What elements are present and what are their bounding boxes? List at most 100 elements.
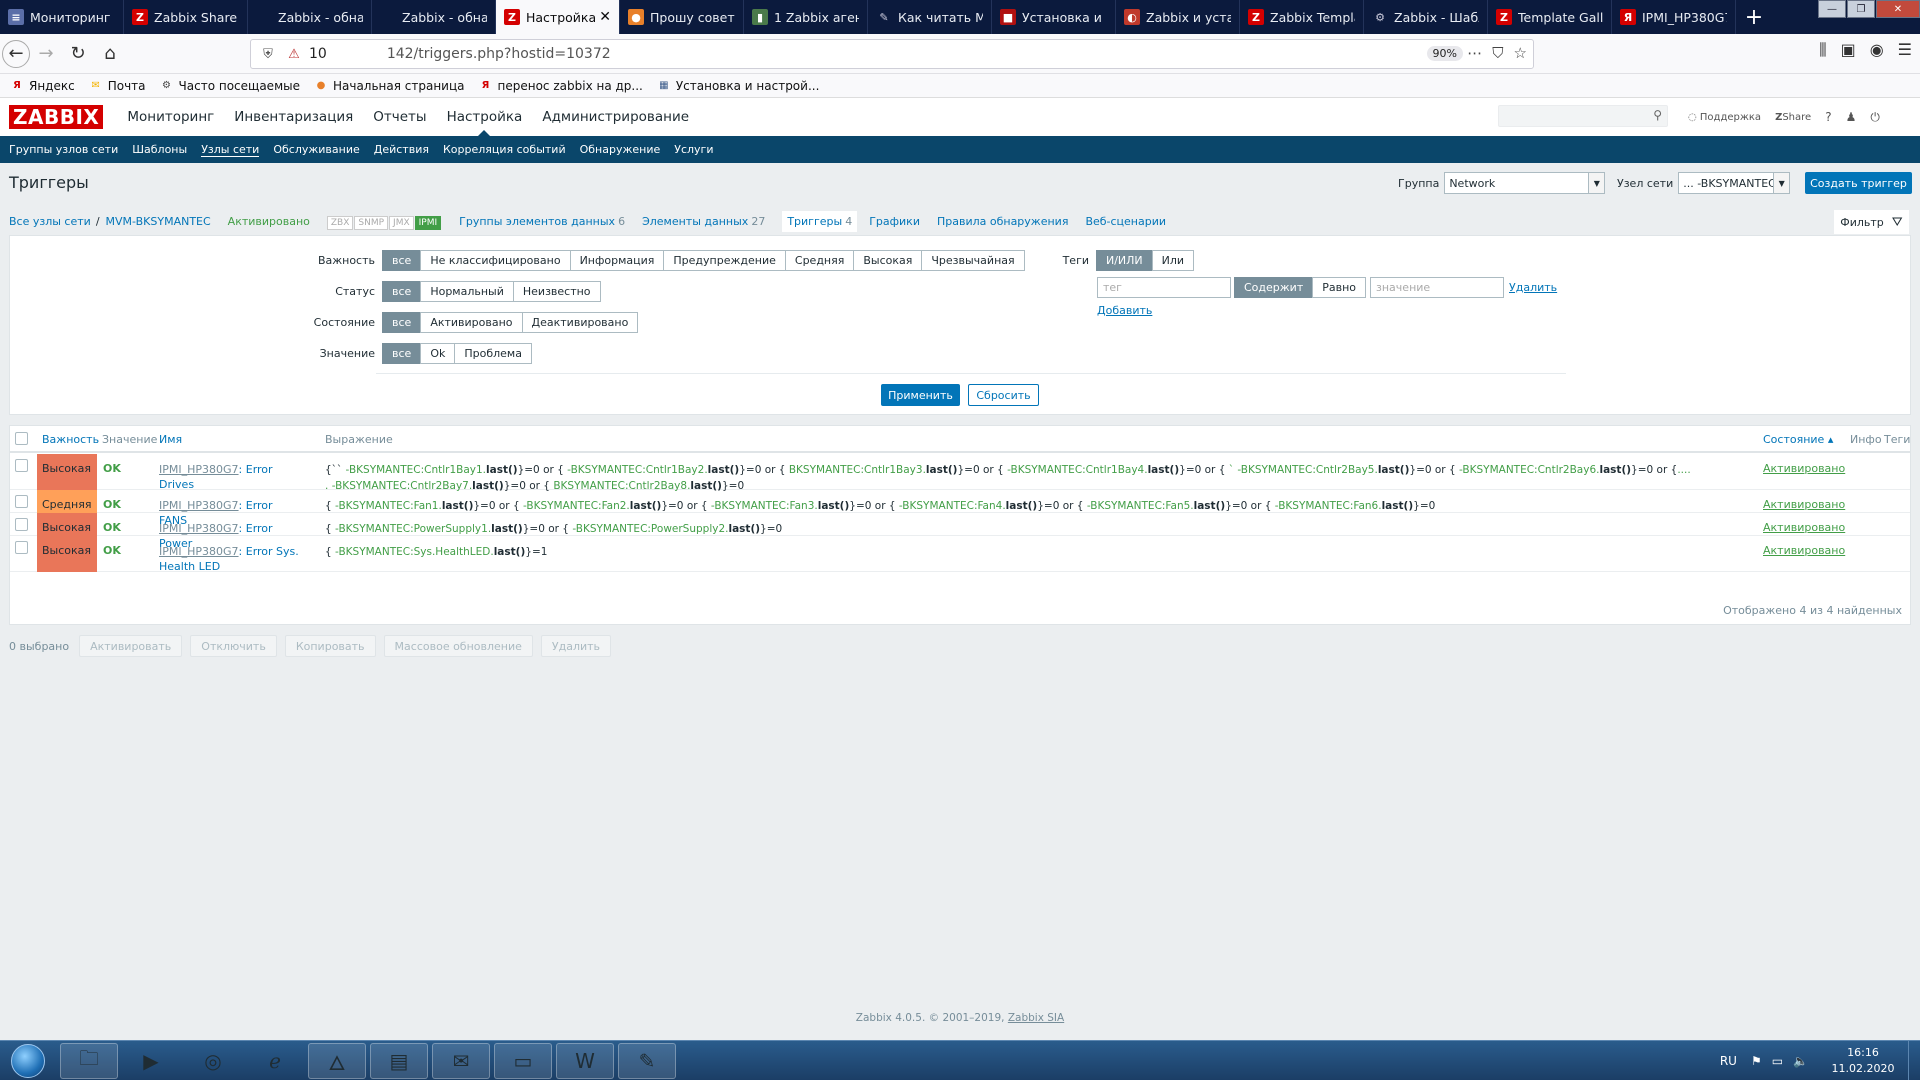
status-link[interactable]: Активировано [1763, 498, 1845, 511]
search-icon[interactable]: ⚲ [1653, 108, 1662, 122]
bookmark-item[interactable]: Яперенос zabbix на др... [479, 79, 643, 93]
item-link[interactable]: -BKSYMANTEC:Cntlr1Bay2. [564, 464, 708, 476]
bookmark-item[interactable]: ⚙ Часто посещаемые [160, 79, 300, 93]
item-link[interactable]: -BKSYMANTEC:Fan4. [896, 500, 1006, 512]
filter-option[interactable]: Содержит [1234, 277, 1314, 298]
menu-icon[interactable]: ☰ [1898, 40, 1912, 60]
media-player-icon[interactable]: ▶ [122, 1043, 180, 1079]
filter-option[interactable]: все [382, 281, 422, 302]
row-checkbox[interactable] [15, 518, 28, 531]
ie-icon[interactable]: ℯ [246, 1043, 304, 1079]
item-link[interactable]: -BKSYMANTEC:PowerSupply1. [332, 523, 491, 535]
browser-tab[interactable]: ≡ Мониторинг с [0, 0, 124, 34]
triggers-link[interactable]: Триггеры 4 [782, 211, 858, 232]
filter-option[interactable]: Деактивировано [521, 312, 639, 333]
mass-action-button[interactable]: Активировать [79, 635, 183, 657]
filter-option[interactable]: Информация [569, 250, 665, 271]
add-tag-link[interactable]: Добавить [1097, 304, 1152, 317]
sub-menu-item[interactable]: Группы узлов сети [2, 136, 125, 163]
tag-name-input[interactable]: тег [1097, 277, 1231, 298]
zabbix-sia-link[interactable]: Zabbix SIA [1008, 1012, 1064, 1024]
browser-tab[interactable]: ◐ Zabbix и устан [1116, 0, 1240, 34]
filter-option[interactable]: все [382, 250, 422, 271]
bookmark-item[interactable]: Я Яндекс [10, 79, 75, 93]
filter-option[interactable]: Высокая [853, 250, 923, 271]
pocket-icon[interactable]: ⛉ [1492, 44, 1503, 62]
filter-option[interactable]: Равно [1312, 277, 1367, 298]
sub-menu-item[interactable]: Действия [367, 136, 436, 163]
status-link[interactable]: Активировано [1763, 521, 1845, 534]
name-header[interactable]: Имя [159, 433, 182, 446]
main-menu-item[interactable]: Отчеты [363, 98, 436, 136]
filter-tab[interactable]: Фильтр ⛛ [1834, 210, 1909, 234]
item-link[interactable]: -BKSYMANTEC:Cntlr1Bay1. [346, 464, 486, 476]
global-search-input[interactable]: ⚲ [1498, 105, 1668, 127]
sub-menu-item[interactable]: Обслуживание [266, 136, 366, 163]
group-select[interactable]: Network ▼ [1444, 172, 1606, 194]
paint-icon[interactable]: ✎ [618, 1043, 676, 1079]
apply-button[interactable]: Применить [881, 384, 960, 406]
items-link[interactable]: Элементы данных 27 [642, 215, 765, 228]
forward-icon[interactable]: → [30, 38, 62, 70]
show-desktop-button[interactable] [1908, 1041, 1920, 1080]
support-link[interactable]: ◌ Поддержка [1688, 112, 1761, 123]
main-menu-item[interactable]: Администрирование [532, 98, 699, 136]
mass-action-button[interactable]: Удалить [540, 635, 612, 657]
severity-header[interactable]: Важность [42, 433, 99, 446]
main-menu-item[interactable]: Инвентаризация [224, 98, 363, 136]
reload-icon[interactable]: ↻ [62, 38, 94, 70]
firefox-icon[interactable]: 🜂 [308, 1043, 366, 1079]
browser-tab[interactable]: Z Zabbix Templat [1240, 0, 1364, 34]
filter-option[interactable]: Неизвестно [512, 281, 601, 302]
status-header[interactable]: Состояние ▴ [1763, 433, 1833, 446]
outlook-icon[interactable]: ✉ [432, 1043, 490, 1079]
item-link[interactable]: -BKSYMANTEC:Fan6. [1271, 500, 1382, 512]
all-hosts-link[interactable]: Все узлы сети [9, 215, 91, 228]
item-link[interactable]: BKSYMANTEC:Cntlr1Bay3. [786, 464, 926, 476]
item-link[interactable]: -BKSYMANTEC:Cntlr1Bay4. [1004, 464, 1148, 476]
word-icon[interactable]: W [556, 1043, 614, 1079]
maximize-button[interactable]: ❐ [1847, 0, 1875, 18]
template-link[interactable]: IPMI_HP380G7 [159, 522, 239, 535]
host-link[interactable]: MVM-BKSYMANTEC [106, 215, 211, 228]
host-status-link[interactable]: Активировано [228, 215, 310, 228]
graphs-link[interactable]: Графики [869, 215, 920, 228]
volume-icon[interactable]: 🔈 [1793, 1054, 1808, 1068]
browser-tab[interactable]: Z Zabbix Share - L [124, 0, 248, 34]
remove-tag-link[interactable]: Удалить [1509, 281, 1557, 294]
bookmark-item[interactable]: ● Начальная страница [314, 79, 465, 93]
item-link[interactable]: -BKSYMANTEC:Fan2. [520, 500, 630, 512]
sub-menu-item[interactable]: Узлы сети [194, 136, 266, 163]
network-icon[interactable]: ▭ [1772, 1054, 1783, 1068]
remote-desktop-icon[interactable]: ▭ [494, 1043, 552, 1079]
web-scenarios-link[interactable]: Веб-сценарии [1085, 215, 1166, 228]
tag-value-input[interactable]: значение [1370, 277, 1505, 298]
new-tab-button[interactable]: + [1736, 0, 1772, 34]
home-icon[interactable]: ⌂ [94, 38, 126, 70]
browser-tab[interactable]: ■ Установка и на [992, 0, 1116, 34]
language-indicator[interactable]: RU [1720, 1054, 1737, 1068]
user-profile-icon[interactable]: ♟ [1846, 110, 1857, 124]
sidebar-icon[interactable]: ▣ [1841, 40, 1856, 60]
browser-tab[interactable]: ▮ 1 Zabbix агент [744, 0, 868, 34]
sub-menu-item[interactable]: Услуги [667, 136, 720, 163]
item-link[interactable]: -BKSYMANTEC:Fan5. [1084, 500, 1194, 512]
select-all-checkbox[interactable] [15, 432, 28, 445]
status-link[interactable]: Активировано [1763, 462, 1845, 475]
browser-tab[interactable]: Zabbix - обнаруже [372, 0, 496, 34]
item-link[interactable]: -BKSYMANTEC:Fan1. [332, 500, 442, 512]
filter-option[interactable]: Ok [420, 343, 456, 364]
mass-action-button[interactable]: Массовое обновление [383, 635, 533, 657]
template-link[interactable]: IPMI_HP380G7 [159, 499, 239, 512]
zabbix-logo[interactable]: ZABBIX [9, 105, 104, 129]
create-trigger-button[interactable]: Создать триггер [1805, 172, 1912, 194]
browser-tab[interactable]: Z Настройка ✕ [496, 0, 620, 34]
tray-flag-icon[interactable]: ⚑ [1751, 1054, 1762, 1068]
chrome-icon[interactable]: ◎ [184, 1043, 242, 1079]
back-icon[interactable]: ← [2, 39, 30, 68]
browser-tab[interactable]: ● Прошу совет п [620, 0, 744, 34]
sub-menu-item[interactable]: Обнаружение [573, 136, 668, 163]
filter-option[interactable]: Не классифицировано [420, 250, 571, 271]
row-checkbox[interactable] [15, 459, 28, 472]
minimize-button[interactable]: — [1818, 0, 1846, 18]
